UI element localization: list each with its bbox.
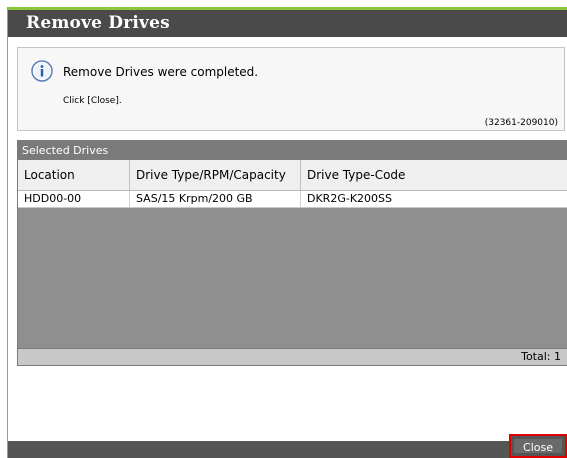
cell-location: HDD00-00	[18, 191, 130, 207]
dialog-title: Remove Drives	[26, 13, 170, 33]
column-header-row: Location Drive Type/RPM/Capacity Drive T…	[18, 160, 567, 191]
title-bar: Remove Drives	[8, 7, 567, 37]
message-code: (32361-209010)	[484, 118, 558, 128]
table-row[interactable]: HDD00-00 SAS/15 Krpm/200 GB DKR2G-K200SS	[18, 191, 567, 208]
remove-drives-dialog: Remove Drives Remove Drives were complet…	[7, 7, 567, 458]
message-box: Remove Drives were completed. Click [Clo…	[17, 47, 565, 131]
column-header-location[interactable]: Location	[18, 160, 130, 190]
table-footer: Total: 1	[18, 348, 567, 365]
message-instruction: Click [Close].	[63, 96, 122, 106]
cell-drive-type-code: DKR2G-K200SS	[307, 192, 392, 205]
info-icon	[31, 60, 53, 82]
close-button[interactable]: Close	[509, 434, 567, 458]
cell-drive-type: SAS/15 Krpm/200 GB	[130, 191, 301, 207]
table-title: Selected Drives	[18, 141, 567, 160]
message-text: Remove Drives were completed.	[63, 65, 259, 79]
total-count: Total: 1	[521, 350, 561, 363]
column-header-drive-type[interactable]: Drive Type/RPM/Capacity	[130, 160, 301, 190]
close-button-label: Close	[514, 439, 562, 454]
button-bar	[8, 441, 567, 458]
selected-drives-table: Selected Drives Location Drive Type/RPM/…	[17, 140, 567, 366]
column-header-drive-type-code[interactable]: Drive Type-Code	[301, 160, 567, 190]
